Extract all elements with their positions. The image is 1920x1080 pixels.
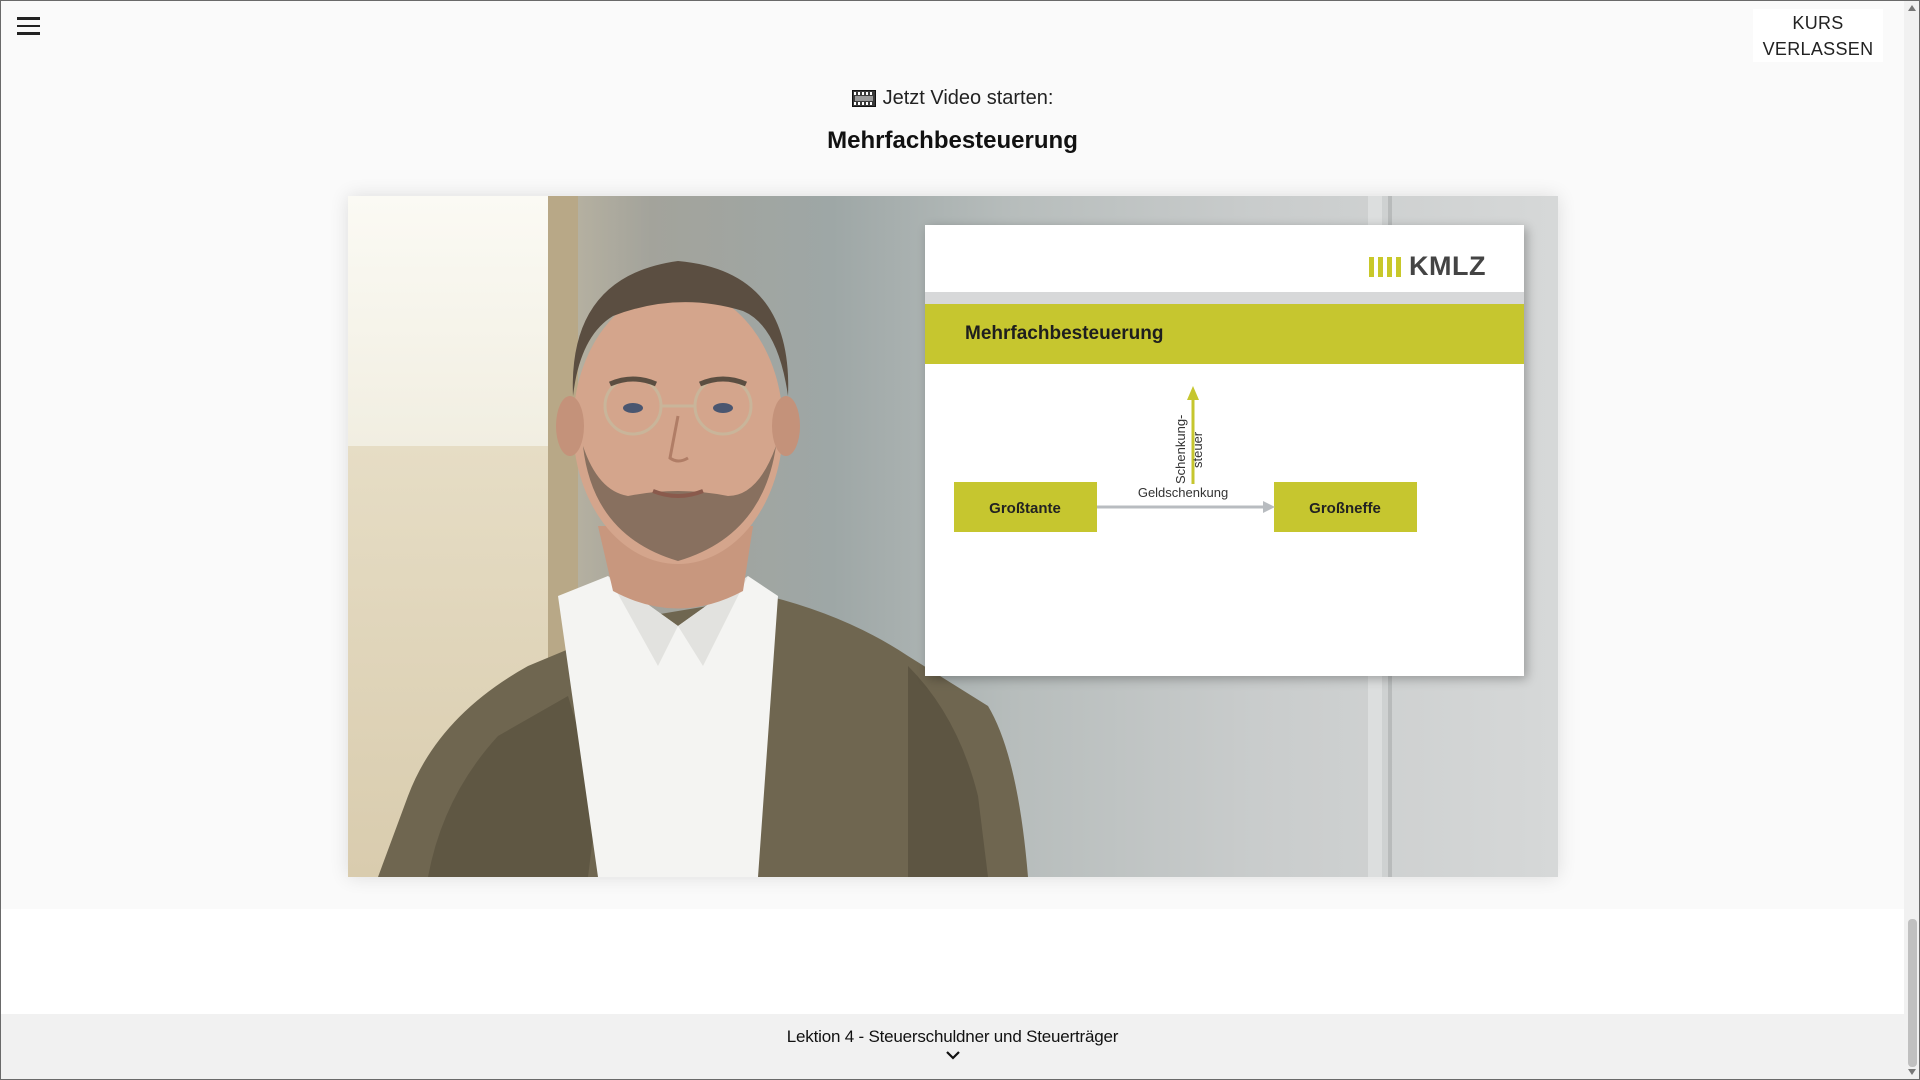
- left-box-label: Großtante: [989, 500, 1061, 517]
- lesson-navigation[interactable]: Lektion 4 - Steuerschuldner und Steuertr…: [1, 1014, 1904, 1079]
- hamburger-menu-icon[interactable]: [13, 11, 47, 41]
- scrollbar-thumb[interactable]: [1908, 919, 1917, 1067]
- tax-diagram: Schenkung- steuer Großtante Großneffe Ge…: [954, 386, 1417, 532]
- app-window: KURS VERLASSEN Jetzt Video starten: Mehr…: [0, 0, 1920, 1080]
- tax-label-line2: steuer: [1190, 431, 1205, 468]
- exit-course-button[interactable]: KURS VERLASSEN: [1753, 9, 1883, 62]
- slide-title: Mehrfachbesteuerung: [925, 304, 1524, 364]
- vertical-scrollbar[interactable]: [1904, 1, 1919, 1079]
- video-player[interactable]: KMLZ Mehrfachbesteuerung Schenkung- steu…: [348, 196, 1558, 877]
- gift-arrow-label: Geldschenkung: [1138, 485, 1228, 500]
- video-title: Mehrfachbesteuerung: [827, 127, 1078, 154]
- video-prompt: Jetzt Video starten:: [1, 87, 1904, 110]
- logo-text: KMLZ: [1409, 251, 1486, 281]
- scroll-down-icon[interactable]: [1908, 1069, 1916, 1075]
- lesson-title: Lektion 4 - Steuerschuldner und Steuertr…: [786, 1027, 1119, 1046]
- right-box-label: Großneffe: [1309, 500, 1381, 517]
- presentation-slide: KMLZ Mehrfachbesteuerung Schenkung- steu…: [925, 225, 1524, 676]
- scroll-up-icon[interactable]: [1908, 5, 1916, 11]
- film-strip-icon: [851, 90, 876, 107]
- kmlz-logo: KMLZ: [1369, 251, 1486, 282]
- slide-divider: [925, 292, 1524, 304]
- tax-arrow-head: [1187, 386, 1199, 400]
- chevron-down-icon[interactable]: [945, 1049, 961, 1061]
- gift-arrow-head: [1263, 501, 1275, 513]
- lesson-content: KURS VERLASSEN Jetzt Video starten: Mehr…: [1, 1, 1904, 909]
- video-prompt-text: Jetzt Video starten:: [882, 87, 1054, 109]
- tax-label-line1: Schenkung-: [1173, 415, 1188, 484]
